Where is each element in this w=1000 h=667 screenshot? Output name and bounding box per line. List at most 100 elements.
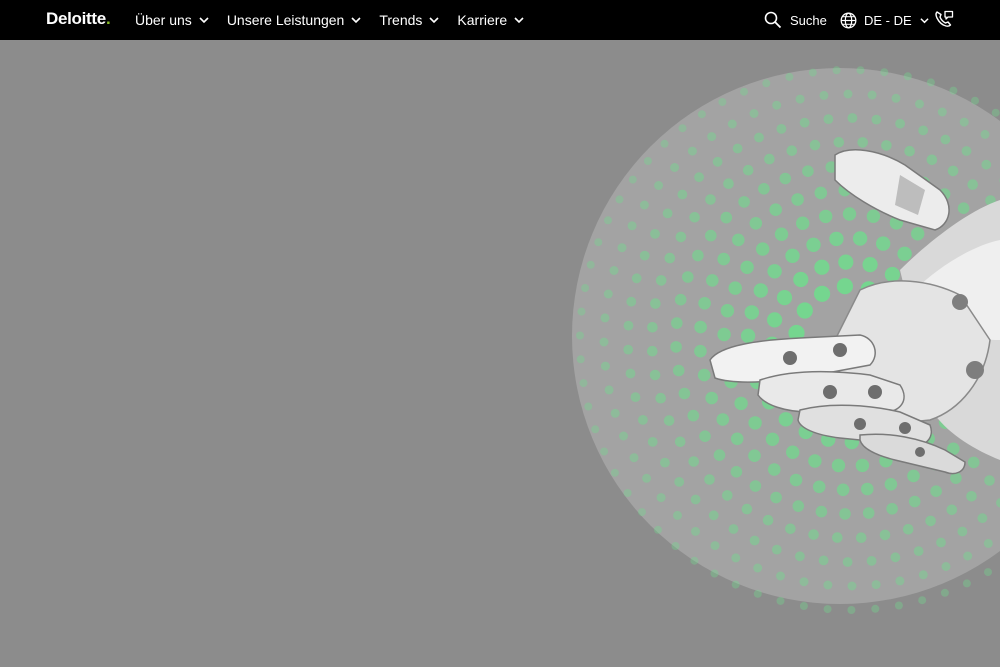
pattern-dot (630, 392, 641, 402)
pattern-dot (649, 369, 661, 381)
pattern-dot (619, 431, 628, 441)
pattern-dot (871, 114, 882, 125)
deloitte-logo[interactable]: Deloitte. (46, 9, 111, 29)
pattern-dot (770, 491, 782, 504)
pattern-dot (718, 98, 727, 106)
pattern-dot (670, 163, 680, 172)
pattern-dot (731, 553, 741, 563)
pattern-dot (610, 408, 620, 418)
pattern-dot (625, 368, 636, 379)
pattern-dot (799, 577, 809, 587)
pattern-dot (819, 90, 829, 100)
pattern-dot (940, 134, 951, 145)
language-selector[interactable]: DE - DE (840, 0, 929, 40)
pattern-dot (655, 275, 667, 286)
pattern-dot (694, 344, 707, 358)
pattern-dot (654, 525, 662, 534)
search-button[interactable]: Suche (764, 0, 827, 40)
pattern-dot (779, 172, 792, 185)
pattern-dot (871, 604, 880, 613)
pattern-dot (576, 331, 584, 340)
pattern-dot (795, 94, 805, 104)
chevron-down-icon (920, 17, 929, 23)
pattern-dot (792, 500, 805, 512)
pattern-dot (767, 312, 783, 328)
pattern-dot (799, 117, 810, 128)
pattern-dot (866, 209, 881, 223)
pattern-dot (891, 93, 901, 103)
pattern-dot (728, 524, 739, 534)
pattern-dot (839, 508, 851, 520)
pattern-dot (650, 229, 660, 239)
pattern-dot (809, 139, 821, 151)
pattern-dot (623, 344, 634, 355)
pattern-dot (591, 425, 600, 434)
pattern-dot (833, 137, 845, 148)
pattern-dot (689, 212, 700, 223)
pattern-dot (829, 231, 844, 247)
pattern-dot (690, 556, 699, 565)
pattern-dot (936, 537, 946, 548)
pattern-dot (673, 510, 682, 520)
pattern-dot (740, 260, 754, 274)
pattern-dot (604, 216, 612, 225)
pattern-dot (791, 193, 804, 206)
pattern-dot (722, 490, 733, 501)
pattern-dot (740, 328, 756, 343)
pattern-dot (847, 581, 857, 591)
pattern-dot (785, 72, 794, 81)
pattern-dot (638, 508, 646, 517)
pattern-dot (926, 78, 935, 87)
pattern-dot (609, 266, 619, 275)
pattern-dot (748, 449, 761, 463)
nav-item-karriere[interactable]: Karriere (457, 0, 524, 40)
pattern-dot (838, 254, 854, 270)
pattern-dot (705, 194, 716, 205)
pattern-dot (741, 503, 753, 515)
pattern-dot (727, 119, 737, 129)
pattern-dot (674, 436, 686, 448)
pattern-dot (650, 298, 661, 309)
pattern-dot (708, 510, 719, 521)
pattern-dot (576, 355, 585, 364)
pattern-dot (753, 283, 768, 298)
pattern-dot (908, 495, 921, 508)
nav-item-ueber-uns[interactable]: Über uns (135, 0, 209, 40)
pattern-dot (894, 601, 903, 610)
nav-item-label: Karriere (457, 12, 508, 28)
pattern-dot (918, 125, 929, 136)
pattern-dot (672, 364, 685, 377)
pattern-dot (670, 341, 682, 353)
pattern-dot (756, 242, 770, 256)
pattern-dot (881, 140, 892, 151)
pattern-dot (911, 227, 925, 241)
pattern-dot (654, 181, 664, 190)
pattern-dot (655, 392, 666, 404)
pattern-dot (847, 113, 858, 123)
pattern-dot (907, 469, 920, 483)
pattern-dot (642, 473, 652, 483)
pattern-dot (902, 524, 914, 535)
pattern-dot (717, 252, 730, 266)
pattern-dot (963, 551, 973, 561)
pattern-dot (604, 385, 614, 395)
pattern-dot (842, 207, 857, 221)
pattern-dot (730, 432, 744, 446)
pattern-dot (808, 529, 819, 540)
nav-item-unsere-leistungen[interactable]: Unsere Leistungen (227, 0, 362, 40)
pattern-dot (639, 200, 649, 210)
pattern-dot (814, 186, 828, 200)
pattern-dot (769, 203, 782, 216)
pattern-dot (664, 252, 676, 264)
pattern-dot (754, 132, 764, 143)
pattern-dot (764, 153, 775, 165)
pattern-dot (716, 413, 730, 426)
pattern-dot (742, 164, 754, 176)
pattern-dot (814, 285, 831, 302)
hero-banner (0, 40, 1000, 667)
nav-item-trends[interactable]: Trends (379, 0, 439, 40)
pattern-dot (690, 494, 701, 505)
pattern-dot (776, 290, 793, 306)
pattern-dot (627, 221, 637, 231)
phone-icon[interactable] (934, 10, 954, 28)
